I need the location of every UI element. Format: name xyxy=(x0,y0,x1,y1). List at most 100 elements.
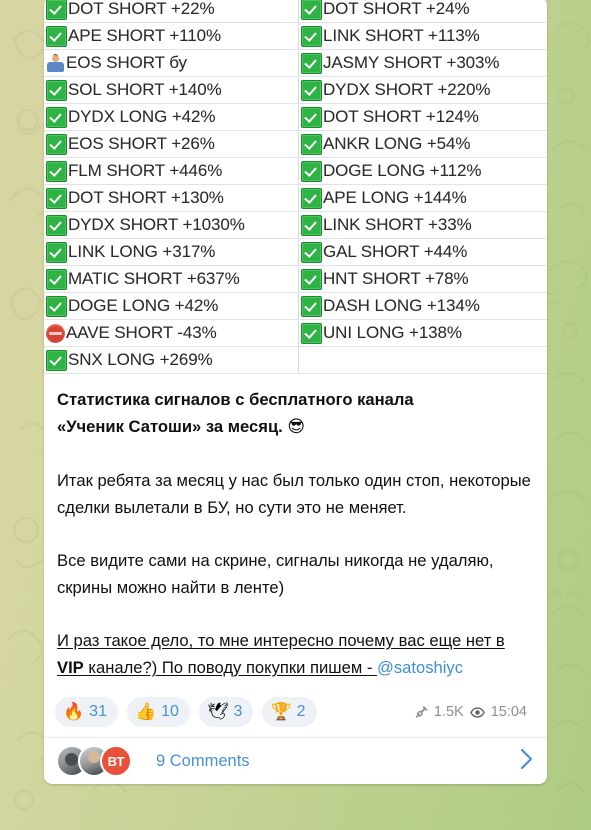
signal-cell-left: DOGE LONG +42% xyxy=(44,292,299,320)
signal-cell-right: LINK SHORT +113% xyxy=(298,22,547,50)
signal-cell-right: GAL SHORT +44% xyxy=(298,238,547,266)
table-row: DOT SHORT +22% DOT SHORT +24% xyxy=(44,0,547,23)
vip-invite-part1: И раз такое дело, то мне интересно почем… xyxy=(57,631,505,650)
signal-cell-right: DYDX SHORT +220% xyxy=(298,76,547,104)
table-row: FLM SHORT +446% DOGE LONG +112% xyxy=(44,157,547,185)
check-mark-green-icon xyxy=(301,133,322,155)
vip-invite-part2: канале?) По поводу покупки пишем - xyxy=(83,658,377,677)
views-count: 1.5K xyxy=(433,704,464,720)
thumbsup-reaction-emoji: 👍 xyxy=(134,701,157,722)
dove-reaction[interactable]: 🕊 3 xyxy=(198,697,254,727)
signal-label: ANKR LONG +54% xyxy=(323,134,471,153)
check-mark-green-icon xyxy=(301,268,322,290)
check-mark-green-icon xyxy=(301,187,322,209)
signal-label: UNI LONG +138% xyxy=(323,323,462,342)
signal-label: DOT SHORT +124% xyxy=(323,107,479,126)
check-mark-green-icon xyxy=(301,295,322,317)
fire-reaction[interactable]: 🔥 31 xyxy=(55,697,118,727)
comments-row[interactable]: ВТ 9 Comments xyxy=(44,737,547,784)
check-mark-green-icon xyxy=(301,79,322,101)
check-mark-green-icon xyxy=(301,106,322,128)
signal-label: DOGE LONG +112% xyxy=(323,161,482,180)
check-mark-green-icon xyxy=(46,241,67,263)
chevron-right-icon[interactable] xyxy=(520,748,533,775)
check-mark-green-icon xyxy=(46,106,67,128)
signal-cell-right: DOT SHORT +124% xyxy=(298,103,547,131)
table-row: DOT SHORT +130% APE LONG +144% xyxy=(44,184,547,212)
eye-icon xyxy=(469,706,485,718)
signal-label: AAVE SHORT -43% xyxy=(66,323,217,342)
dove-reaction-emoji: 🕊 xyxy=(206,701,229,722)
check-mark-green-icon xyxy=(46,295,67,317)
check-mark-green-icon xyxy=(301,25,322,47)
check-mark-green-icon xyxy=(46,349,67,371)
reactions-list: 🔥 31 👍 10 🕊 3 🏆 2 xyxy=(55,697,326,727)
thumbsup-reaction[interactable]: 👍 10 xyxy=(126,697,190,727)
signals-table-body: DOT SHORT +22% DOT SHORT +24% APE SHORT +1… xyxy=(44,0,547,374)
signal-label: LINK SHORT +33% xyxy=(323,215,472,234)
table-row: APE SHORT +110% LINK SHORT +113% xyxy=(44,22,547,50)
check-mark-green-icon xyxy=(46,268,67,290)
signal-cell-right xyxy=(298,346,547,374)
paragraph-monthly-summary: Итак ребята за месяц у нас был только од… xyxy=(57,471,531,517)
fire-reaction-emoji: 🔥 xyxy=(63,701,85,722)
fire-reaction-count: 31 xyxy=(89,703,107,720)
signal-label: LINK LONG +317% xyxy=(68,242,216,261)
stats-title-line2: «Ученик Сатоши» за месяц. xyxy=(57,417,283,436)
signal-label: APE SHORT +110% xyxy=(68,26,221,45)
trophy-reaction[interactable]: 🏆 2 xyxy=(262,697,317,727)
comments-count-label[interactable]: 9 Comments xyxy=(156,752,250,771)
signal-label: DOGE LONG +42% xyxy=(68,296,219,315)
signal-label: DOT SHORT +22% xyxy=(68,0,215,18)
signals-screenshot-table[interactable]: DOT SHORT +22% DOT SHORT +24% APE SHORT +1… xyxy=(44,0,547,374)
signal-cell-left: DOT SHORT +22% xyxy=(44,0,299,23)
thumbsup-reaction-count: 10 xyxy=(161,703,179,720)
signal-cell-left: FLM SHORT +446% xyxy=(44,157,299,185)
check-mark-green-icon xyxy=(46,187,67,209)
stop-sign-red-icon xyxy=(46,323,65,343)
signal-cell-right: JASMY SHORT +303% xyxy=(298,49,547,77)
message-time: 15:04 xyxy=(490,704,527,720)
check-mark-green-icon xyxy=(301,322,322,344)
signal-cell-left: SOL SHORT +140% xyxy=(44,76,299,104)
table-row: DOGE LONG +42% DASH LONG +134% xyxy=(44,292,547,320)
message-bubble[interactable]: DOT SHORT +22% DOT SHORT +24% APE SHORT +1… xyxy=(44,0,547,784)
signal-cell-right: APE LONG +144% xyxy=(298,184,547,212)
signal-cell-left: DYDX LONG +42% xyxy=(44,103,299,131)
signal-cell-left: MATIC SHORT +637% xyxy=(44,265,299,293)
signal-label: GAL SHORT +44% xyxy=(323,242,468,261)
sunglasses-emoji: 😎 xyxy=(287,417,306,437)
signal-cell-left: DOT SHORT +130% xyxy=(44,184,299,212)
signal-label: HNT SHORT +78% xyxy=(323,269,469,288)
signal-cell-right: LINK SHORT +33% xyxy=(298,211,547,239)
reactions-row: 🔥 31 👍 10 🕊 3 🏆 2 1.5K 15:04 xyxy=(44,685,547,737)
signal-cell-left: APE SHORT +110% xyxy=(44,22,299,50)
signal-cell-right: DOGE LONG +112% xyxy=(298,157,547,185)
check-mark-green-icon xyxy=(46,25,67,47)
signal-label: DYDX SHORT +220% xyxy=(323,80,491,99)
signal-label: SNX LONG +269% xyxy=(68,350,213,369)
signal-cell-left: AAVE SHORT -43% xyxy=(44,319,299,347)
signal-label: DYDX SHORT +1030% xyxy=(68,215,245,234)
trophy-reaction-emoji: 🏆 xyxy=(270,701,292,722)
signal-label: EOS SHORT +26% xyxy=(68,134,215,153)
table-row: LINK LONG +317% GAL SHORT +44% xyxy=(44,238,547,266)
table-row: SNX LONG +269% xyxy=(44,346,547,374)
paragraph-signals-kept: Все видите сами на скрине, сигналы никог… xyxy=(57,551,494,597)
trophy-reaction-count: 2 xyxy=(296,703,306,720)
signal-label: MATIC SHORT +637% xyxy=(68,269,240,288)
signal-cell-left: SNX LONG +269% xyxy=(44,346,299,374)
table-row: MATIC SHORT +637% HNT SHORT +78% xyxy=(44,265,547,293)
dove-reaction-count: 3 xyxy=(233,703,243,720)
check-mark-green-icon xyxy=(301,214,322,236)
paragraph-vip-invite: И раз такое дело, то мне интересно почем… xyxy=(57,627,531,681)
avatar-initials: ВТ xyxy=(100,745,132,777)
check-mark-green-icon xyxy=(46,0,67,20)
signal-cell-left: DYDX SHORT +1030% xyxy=(44,211,299,239)
signal-label: DASH LONG +134% xyxy=(323,296,480,315)
check-mark-green-icon xyxy=(46,133,67,155)
signal-cell-left: EOS SHORT +26% xyxy=(44,130,299,158)
signal-label: LINK SHORT +113% xyxy=(323,26,480,45)
mention-link-satoshiyc[interactable]: @satoshiyc xyxy=(377,658,463,677)
table-row: EOS SHORT +26% ANKR LONG +54% xyxy=(44,130,547,158)
